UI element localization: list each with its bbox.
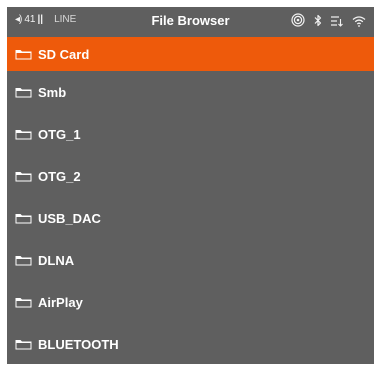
list-item-otg-2[interactable]: OTG_2 bbox=[7, 155, 374, 197]
list-item-usb-dac[interactable]: USB_DAC bbox=[7, 197, 374, 239]
folder-icon bbox=[15, 339, 32, 350]
wifi-icon bbox=[352, 14, 366, 32]
list-item-sd-card[interactable]: SD Card bbox=[7, 37, 374, 71]
target-icon bbox=[291, 13, 305, 32]
list-item-label: DLNA bbox=[38, 252, 75, 268]
folder-icon bbox=[15, 255, 32, 266]
storage-list: SD Card Smb OTG_1 OTG_2 USB_DAC DLNA Air… bbox=[7, 37, 374, 364]
list-item-label: AirPlay bbox=[38, 294, 83, 310]
list-item-label: USB_DAC bbox=[38, 210, 101, 226]
list-item-dlna[interactable]: DLNA bbox=[7, 239, 374, 281]
folder-icon bbox=[15, 213, 32, 224]
device-screen: ◂) 41 || LINE File Browser SD Card Smb O… bbox=[7, 7, 374, 364]
list-item-label: SD Card bbox=[38, 46, 90, 62]
folder-icon bbox=[15, 49, 32, 60]
list-item-airplay[interactable]: AirPlay bbox=[7, 281, 374, 323]
bluetooth-icon bbox=[314, 14, 322, 32]
playlist-icon bbox=[331, 14, 343, 32]
folder-icon bbox=[15, 129, 32, 140]
list-item-bluetooth[interactable]: BLUETOOTH bbox=[7, 323, 374, 364]
list-item-label: Smb bbox=[38, 84, 67, 100]
list-item-label: BLUETOOTH bbox=[38, 336, 119, 352]
folder-icon bbox=[15, 87, 32, 98]
status-bar: ◂) 41 || LINE File Browser bbox=[7, 7, 374, 35]
folder-icon bbox=[15, 171, 32, 182]
list-item-label: OTG_1 bbox=[38, 126, 81, 142]
list-item-smb[interactable]: Smb bbox=[7, 71, 374, 113]
list-item-otg-1[interactable]: OTG_1 bbox=[7, 113, 374, 155]
status-icons bbox=[291, 13, 366, 32]
folder-icon bbox=[15, 297, 32, 308]
list-item-label: OTG_2 bbox=[38, 168, 81, 184]
